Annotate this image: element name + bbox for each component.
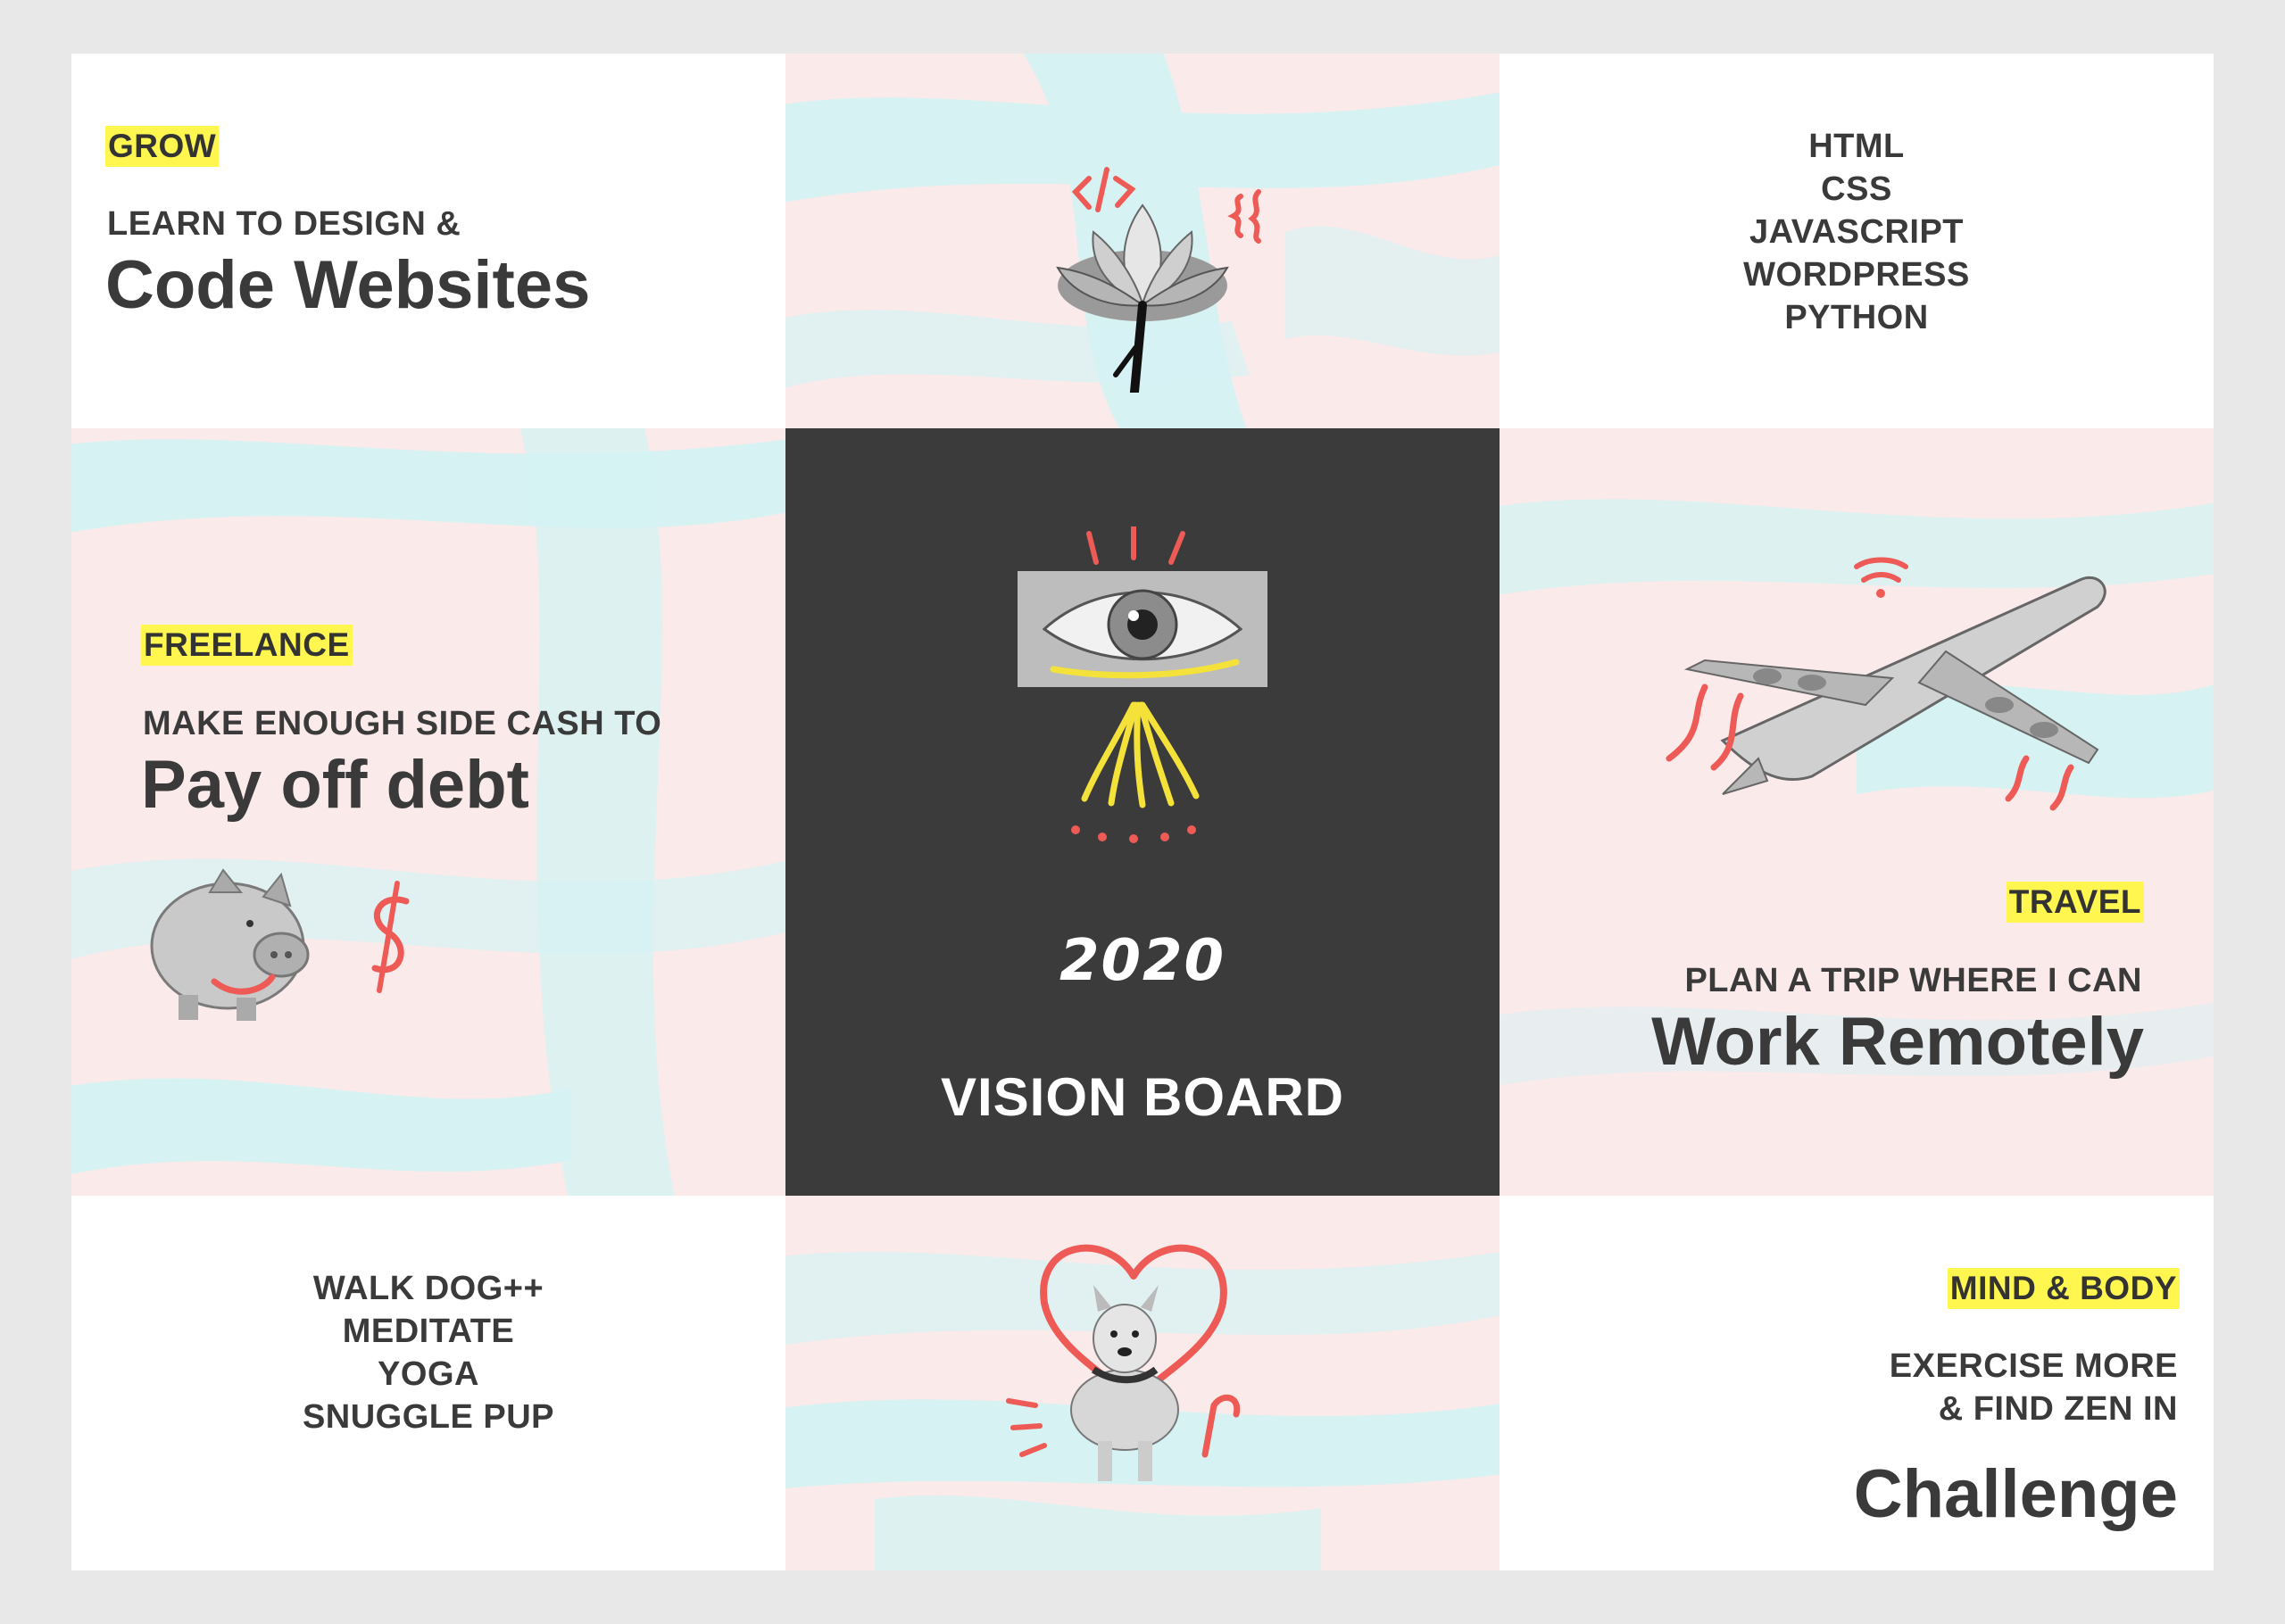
travel-tag: TRAVEL bbox=[2006, 882, 2144, 923]
skills-list: HTML CSS JAVASCRIPT WORDPRESS PYTHON bbox=[1500, 125, 2214, 339]
grow-title: Code Websites bbox=[105, 247, 591, 323]
grow-subtitle: LEARN TO DESIGN & bbox=[107, 205, 461, 243]
vision-board: GROW LEARN TO DESIGN & Code Websites HTM… bbox=[71, 54, 2214, 1570]
lotus-card bbox=[785, 54, 1500, 428]
year-label: 2020 bbox=[1059, 928, 1226, 994]
freelance-title: Pay off debt bbox=[141, 747, 529, 823]
mind-body-title: Challenge bbox=[1853, 1456, 2178, 1532]
freelance-card: FREELANCE MAKE ENOUGH SIDE CASH TO Pay o… bbox=[71, 428, 785, 1196]
habits-list: WALK DOG++ MEDITATE YOGA SNUGGLE PUP bbox=[71, 1267, 785, 1438]
piggy-bank-icon bbox=[150, 868, 410, 1021]
habit-item: YOGA bbox=[378, 1355, 479, 1393]
center-card: 2020 VISION BOARD bbox=[785, 428, 1500, 1196]
grow-card: GROW LEARN TO DESIGN & Code Websites bbox=[71, 54, 785, 428]
skill-item: HTML bbox=[1808, 128, 1905, 165]
mind-body-card: MIND & BODY EXERCISE MORE & FIND ZEN IN … bbox=[1500, 1196, 2214, 1570]
mind-body-line2: & FIND ZEN IN bbox=[1938, 1390, 2178, 1428]
grow-tag: GROW bbox=[105, 126, 220, 167]
skill-item: JAVASCRIPT bbox=[1749, 213, 1965, 251]
travel-title: Work Remotely bbox=[1651, 1004, 2144, 1080]
freelance-tag: FREELANCE bbox=[141, 625, 353, 666]
skill-item: WORDPRESS bbox=[1743, 256, 1970, 294]
habit-item: WALK DOG++ bbox=[312, 1270, 544, 1307]
skill-item: CSS bbox=[1821, 170, 1892, 208]
mind-body-line1: EXERCISE MORE bbox=[1889, 1347, 2178, 1385]
freelance-subtitle: MAKE ENOUGH SIDE CASH TO bbox=[143, 705, 662, 742]
vision-board-title: VISION BOARD bbox=[940, 1067, 1345, 1127]
dog-card bbox=[785, 1196, 1500, 1570]
skill-item: PYTHON bbox=[1784, 299, 1929, 336]
lotus-code-icon bbox=[1056, 167, 1261, 393]
dog-heart-icon bbox=[1006, 1244, 1241, 1481]
airplane-icon bbox=[1666, 557, 2106, 811]
habit-item: MEDITATE bbox=[342, 1313, 515, 1350]
habits-card: WALK DOG++ MEDITATE YOGA SNUGGLE PUP bbox=[71, 1196, 785, 1570]
habit-item: SNUGGLE PUP bbox=[302, 1398, 555, 1436]
skills-card: HTML CSS JAVASCRIPT WORDPRESS PYTHON bbox=[1500, 54, 2214, 428]
travel-card: TRAVEL PLAN A TRIP WHERE I CAN Work Remo… bbox=[1500, 428, 2214, 1196]
eye-icon bbox=[1018, 526, 1267, 843]
mind-body-tag: MIND & BODY bbox=[1947, 1268, 2180, 1309]
travel-subtitle: PLAN A TRIP WHERE I CAN bbox=[1684, 962, 2142, 999]
